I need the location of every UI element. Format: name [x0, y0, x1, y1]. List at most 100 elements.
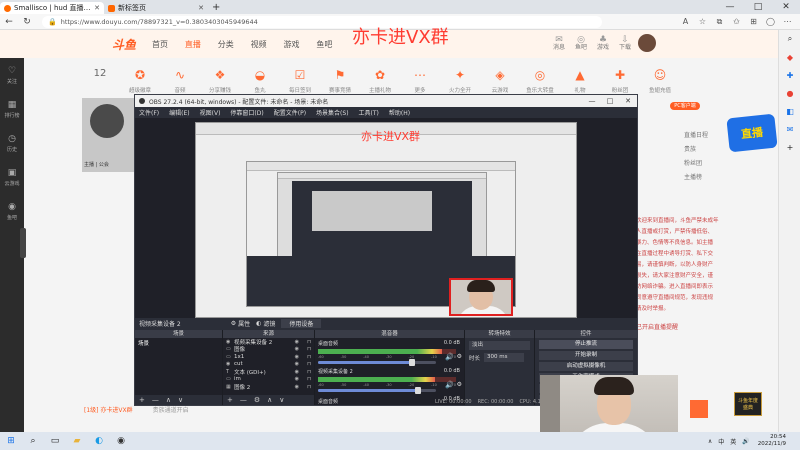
nav-category[interactable]: 分类 [218, 40, 234, 49]
collections-icon[interactable]: ⊞ [745, 17, 762, 27]
obs-preview-canvas[interactable]: 亦卡进VX群 [195, 122, 577, 318]
left-rail-item[interactable]: ◷ 历史 [0, 126, 24, 160]
clock[interactable]: 20:54 2022/11/9 [758, 434, 786, 448]
visibility-eye-icon[interactable]: ◉ [287, 346, 299, 352]
obs-close-button[interactable]: ✕ [619, 97, 637, 105]
tray-icon[interactable]: ∧ [708, 438, 712, 445]
task-view-icon[interactable]: ▭ [44, 432, 66, 450]
obs-menu-item[interactable]: 停靠窗口(D) [230, 108, 263, 117]
nav-home[interactable]: 首页 [152, 40, 168, 49]
nav-live[interactable]: 直播 [185, 40, 201, 49]
right-link[interactable]: 直播日程 [684, 130, 708, 139]
source-item[interactable]: ▦ 图像 2 ◉ ⊓ [223, 383, 314, 391]
right-link[interactable]: 贵族 [684, 144, 696, 153]
filters-button[interactable]: ◐ 滤镜 [256, 319, 275, 328]
left-rail-item[interactable]: ♡ 关注 [0, 58, 24, 92]
slider-knob[interactable] [409, 359, 416, 366]
lock-icon[interactable]: ⊓ [299, 346, 311, 352]
new-tab-button[interactable]: + [212, 2, 220, 13]
obs-menu-item[interactable]: 文件(F) [139, 108, 159, 117]
obs-app-icon[interactable]: ◉ [110, 432, 132, 450]
transition-select[interactable]: 淡出 ⚙ [469, 341, 540, 350]
remove-icon[interactable]: — [152, 396, 159, 404]
tools-icon[interactable]: ✚ [779, 66, 800, 84]
speaker-icon[interactable]: 🔊 [445, 381, 454, 389]
properties-button[interactable]: ⚙ 属性 [231, 319, 250, 328]
lock-icon[interactable]: ⊓ [299, 361, 311, 367]
control-button[interactable]: 启动虚拟摄像机 [539, 362, 633, 371]
lock-icon[interactable]: ⊓ [299, 384, 311, 390]
header-icon-鱼吧[interactable]: ◎ 鱼吧 [570, 36, 592, 52]
office-icon[interactable]: ◧ [779, 102, 800, 120]
left-rail-item[interactable]: ▣ 云游戏 [0, 160, 24, 194]
right-link[interactable]: 粉丝团 [684, 158, 702, 167]
left-rail-item[interactable]: ▦ 排行榜 [0, 92, 24, 126]
lock-icon[interactable]: ⊓ [299, 369, 311, 375]
right-link[interactable]: 主播榜 [684, 172, 702, 181]
collapse-handle[interactable] [20, 228, 26, 258]
gear-icon[interactable]: ⚙ [457, 381, 462, 388]
browser-tab-active[interactable]: Smallisco | hud 直播_热门游戏直播 ✕ [0, 2, 104, 14]
file-explorer-icon[interactable]: ▰ [66, 432, 88, 450]
move-down-icon[interactable]: ∨ [279, 396, 284, 404]
obs-maximize-button[interactable]: □ [601, 97, 619, 105]
move-down-icon[interactable]: ∨ [178, 396, 183, 404]
streamer-card[interactable]: 主播 | 公会 [82, 98, 134, 172]
add-icon[interactable]: + [227, 396, 233, 404]
slider-knob[interactable] [415, 387, 422, 394]
obs-menu-item[interactable]: 配置文件(P) [274, 108, 306, 117]
favorites-icon[interactable]: ✩ [728, 17, 745, 27]
visibility-eye-icon[interactable]: ◉ [287, 339, 299, 345]
gear-icon[interactable]: ⚙ [457, 353, 462, 360]
control-button[interactable]: 停止推流 [539, 340, 633, 349]
event-logo[interactable]: 直播 [726, 113, 778, 153]
read-aloud-icon[interactable]: A [677, 17, 694, 27]
user-avatar[interactable] [638, 34, 656, 52]
lock-icon[interactable]: ⊓ [299, 339, 311, 345]
tray-icon[interactable]: 英 [730, 437, 736, 446]
add-icon[interactable]: + [139, 396, 145, 404]
obs-menu-item[interactable]: 编辑(E) [169, 108, 189, 117]
browser-tab-inactive[interactable]: 新标签页 ✕ [104, 2, 208, 14]
header-icon-下载[interactable]: ⇩ 下载 [614, 36, 636, 52]
profile-icon[interactable]: ◯ [762, 17, 779, 27]
webcam-source-frame[interactable] [449, 278, 513, 316]
pc-client-badge[interactable]: PC客户端 [670, 102, 700, 110]
minimize-button[interactable]: — [716, 2, 744, 12]
source-item[interactable]: T 文本 (GDI+) ◉ ⊓ [223, 368, 314, 376]
gala-badge[interactable]: 斗鱼年度 盛典 [734, 392, 762, 416]
refresh-icon[interactable]: ↻ [18, 17, 36, 27]
close-tab-icon[interactable]: ✕ [198, 4, 204, 12]
volume-slider[interactable] [318, 359, 436, 366]
scene-item[interactable]: 场景 [135, 338, 222, 348]
left-rail-item[interactable]: ◉ 鱼吧 [0, 194, 24, 228]
edge-browser-icon[interactable]: ◐ [88, 432, 110, 450]
send-button[interactable] [690, 400, 708, 418]
visibility-eye-icon[interactable]: ◉ [287, 369, 299, 375]
nav-video[interactable]: 视频 [251, 40, 267, 49]
visibility-eye-icon[interactable]: ◉ [287, 361, 299, 367]
header-icon-消息[interactable]: ✉ 消息 [548, 36, 570, 52]
move-up-icon[interactable]: ∧ [166, 396, 171, 404]
visibility-eye-icon[interactable]: ◉ [287, 354, 299, 360]
duration-input[interactable]: 300 ms [484, 353, 525, 362]
search-icon[interactable]: ⌕ [22, 432, 44, 450]
extensions-icon[interactable]: ⧉ [711, 17, 728, 27]
games-icon[interactable]: ● [779, 84, 800, 102]
windows-start-icon[interactable]: ⊞ [0, 432, 22, 450]
tray-icon[interactable]: 中 [718, 437, 724, 446]
more-menu-icon[interactable]: ⋯ [779, 17, 796, 27]
visibility-eye-icon[interactable]: ◉ [287, 376, 299, 382]
move-up-icon[interactable]: ∧ [267, 396, 272, 404]
obs-preview-area[interactable]: 亦卡进VX群 [135, 118, 637, 318]
lock-icon[interactable]: ⊓ [299, 376, 311, 382]
obs-menu-item[interactable]: 场景集合(S) [316, 108, 349, 117]
header-icon-游戏[interactable]: ♣ 游戏 [592, 36, 614, 52]
control-button[interactable]: 开始录制 [539, 351, 633, 360]
url-field[interactable]: 🔒 https://www.douyu.com/78897321_v=0.380… [42, 15, 602, 28]
obs-menu-item[interactable]: 帮助(H) [389, 108, 410, 117]
search-icon[interactable]: ⌕ [779, 30, 800, 48]
source-item[interactable]: ▭ 图像 ◉ ⊓ [223, 346, 314, 353]
back-arrow-icon[interactable]: ← [0, 17, 18, 27]
site-logo[interactable]: 斗鱼 [112, 36, 152, 53]
